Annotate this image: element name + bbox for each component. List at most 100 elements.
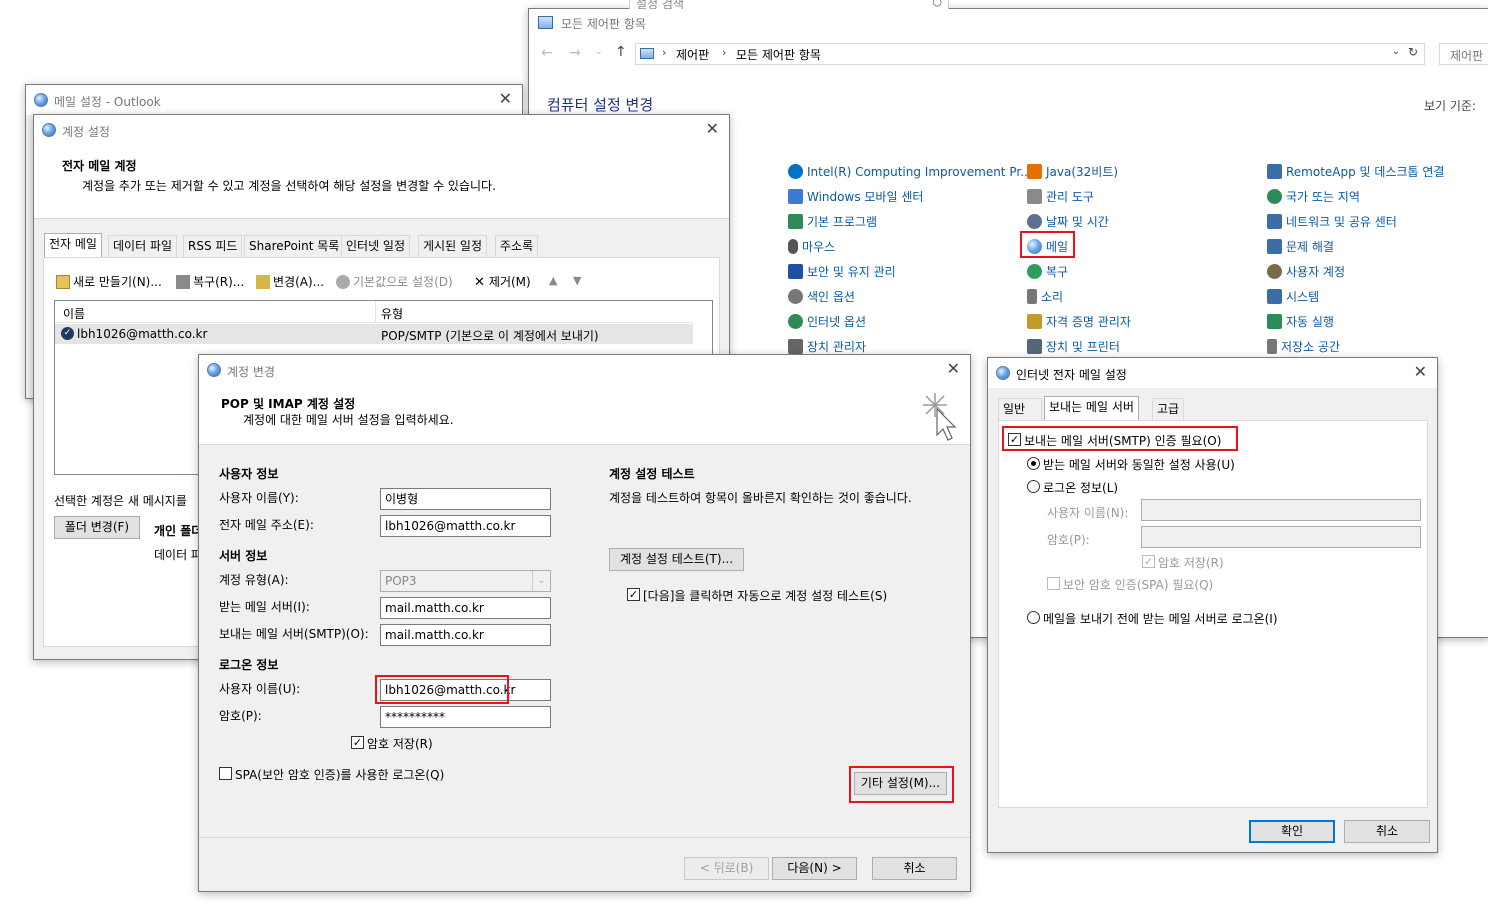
incoming-server-input[interactable]: mail.matth.co.kr (380, 597, 551, 619)
save-password-checkbox[interactable]: ✓ (351, 736, 364, 749)
cp-item-intel[interactable]: Intel(R) Computing Improvement Pr... (788, 163, 1032, 181)
clock-icon (1027, 214, 1042, 229)
cp-search-box[interactable]: 제어판 (1439, 43, 1488, 65)
auto-test-checkbox[interactable]: ✓ (627, 588, 640, 601)
outgoing-server-input[interactable]: mail.matth.co.kr (380, 624, 551, 646)
tab-outgoing-server[interactable]: 보내는 메일 서버 (1044, 396, 1139, 420)
breadcrumb-item-control-panel[interactable]: 제어판 (676, 46, 709, 63)
set-default-button[interactable]: 기본값으로 설정(D) (336, 274, 453, 290)
repair-button[interactable]: 복구(R)... (176, 274, 244, 290)
cp-item-java[interactable]: Java(32비트) (1027, 163, 1118, 181)
logon-before-radio[interactable] (1027, 611, 1040, 624)
network-icon (1267, 214, 1282, 229)
close-icon[interactable]: ✕ (1414, 362, 1427, 382)
up-arrow-icon[interactable]: ↑ (615, 44, 627, 60)
internet-email-title: 인터넷 전자 메일 설정 (1016, 368, 1127, 382)
same-settings-label: 받는 메일 서버와 동일한 설정 사용(U) (1043, 458, 1235, 472)
cp-item-remoteapp[interactable]: RemoteApp 및 데스크톱 연결 (1267, 163, 1444, 181)
internet-options-icon (788, 314, 803, 329)
tab-email[interactable]: 전자 메일 (44, 233, 102, 257)
internet-email-window: 인터넷 전자 메일 설정 ✕ 일반 보내는 메일 서버 고급 ✓ 보내는 메일 … (987, 357, 1438, 853)
close-icon[interactable]: ✕ (947, 359, 960, 379)
address-field[interactable]: › 제어판 › 모든 제어판 항목 ⌄ ↻ (635, 43, 1425, 65)
account-settings-titlebar: 계정 설정 ✕ (34, 115, 729, 145)
next-button[interactable]: 다음(N) > (772, 857, 857, 880)
new-account-button[interactable]: 새로 만들기(N)... (56, 274, 162, 290)
tab-sharepoint[interactable]: SharePoint 목록 (244, 235, 345, 257)
users-icon (1267, 264, 1282, 279)
tab-address-books[interactable]: 주소록 (495, 235, 539, 257)
cp-item-credential[interactable]: 자격 증명 관리자 (1027, 313, 1131, 331)
cp-item-user-accounts[interactable]: 사용자 계정 (1267, 263, 1345, 281)
account-type-label: 계정 유형(A): (219, 573, 289, 587)
account-settings-title: 계정 설정 (62, 125, 110, 139)
cp-item-mobility[interactable]: Windows 모바일 센터 (788, 188, 923, 206)
account-name: lbh1026@matth.co.kr (77, 327, 208, 341)
cp-item-date-time[interactable]: 날짜 및 시간 (1027, 213, 1109, 231)
change-button[interactable]: 변경(A)... (256, 274, 324, 290)
cp-item-sound[interactable]: 소리 (1027, 288, 1063, 306)
pop-imap-desc: 계정에 대한 메일 서버 설정을 입력하세요. (243, 413, 454, 427)
logon-with-radio[interactable] (1027, 480, 1040, 493)
remove-x-icon: ✕ (474, 275, 485, 290)
email-address-input[interactable]: lbh1026@matth.co.kr (380, 515, 551, 537)
password-input[interactable]: ********** (380, 706, 551, 728)
same-settings-radio[interactable] (1027, 457, 1040, 470)
account-type-select: POP3 ⌄ (380, 570, 551, 592)
column-type[interactable]: 유형 (381, 305, 403, 322)
tab-general[interactable]: 일반 (998, 398, 1042, 420)
tab-data-files[interactable]: 데이터 파일 (108, 235, 178, 257)
change-folder-button[interactable]: 폴더 변경(F) (54, 516, 140, 539)
cancel-button[interactable]: 취소 (872, 857, 957, 880)
ok-button[interactable]: 확인 (1249, 820, 1335, 843)
close-icon[interactable]: ✕ (499, 89, 512, 109)
mail-setup-titlebar: 메일 설정 - Outlook ✕ (26, 85, 522, 115)
mobility-center-icon (788, 189, 803, 204)
column-name[interactable]: 이름 (63, 305, 85, 322)
back-arrow-icon[interactable]: ← (541, 45, 553, 61)
java-icon (1027, 164, 1042, 179)
cp-item-recovery[interactable]: 복구 (1027, 263, 1068, 281)
remove-button[interactable]: ✕ 제거(M) (474, 274, 531, 291)
table-row[interactable]: ✓ lbh1026@matth.co.kr POP/SMTP (기본으로 이 계… (55, 324, 693, 344)
recent-chevron-icon[interactable]: ⌄ (595, 47, 603, 57)
tab-internet-calendars[interactable]: 인터넷 일정 (341, 235, 411, 257)
cp-item-autoplay[interactable]: 자동 실행 (1267, 313, 1334, 331)
back-button[interactable]: < 뒤로(B) (684, 857, 769, 880)
close-icon[interactable]: ✕ (706, 119, 719, 139)
move-down-icon[interactable]: ▼ (573, 274, 581, 287)
cp-item-devices-printers[interactable]: 장치 및 프린터 (1027, 338, 1120, 356)
cp-item-security[interactable]: 보안 및 유지 관리 (788, 263, 896, 281)
tab-rss[interactable]: RSS 피드 (183, 235, 243, 257)
tab-published-calendars[interactable]: 게시된 일정 (418, 235, 488, 257)
cp-address-bar: ← → ⌄ ↑ › 제어판 › 모든 제어판 항목 ⌄ ↻ 제어판 (529, 41, 1488, 69)
cp-item-storage[interactable]: 저장소 공간 (1267, 338, 1340, 356)
cp-item-network[interactable]: 네트워크 및 공유 센터 (1267, 213, 1397, 231)
cp-item-internet-options[interactable]: 인터넷 옵션 (788, 313, 866, 331)
cp-item-admin-tools[interactable]: 관리 도구 (1027, 188, 1094, 206)
cancel-button[interactable]: 취소 (1344, 820, 1430, 843)
device-manager-icon (788, 339, 803, 354)
move-up-icon[interactable]: ▲ (549, 274, 557, 287)
tab-advanced[interactable]: 고급 (1152, 398, 1185, 420)
footer-divider (199, 837, 970, 838)
test-account-button[interactable]: 계정 설정 테스트(T)... (609, 548, 744, 571)
personal-folder-label: 개인 폴더 (154, 524, 203, 538)
remoteapp-icon (1267, 164, 1282, 179)
address-dropdown-icon[interactable]: ⌄ (1392, 46, 1400, 57)
cp-item-indexing[interactable]: 색인 옵션 (788, 288, 855, 306)
mail-icon (42, 123, 56, 137)
cp-item-system[interactable]: 시스템 (1267, 288, 1319, 306)
refresh-icon[interactable]: ↻ (1408, 45, 1418, 59)
server-info-heading: 서버 정보 (219, 549, 268, 563)
spa-checkbox[interactable] (219, 767, 232, 780)
forward-arrow-icon[interactable]: → (569, 45, 581, 61)
troubleshoot-icon (1267, 239, 1282, 254)
breadcrumb-item-all-items[interactable]: 모든 제어판 항목 (736, 46, 821, 63)
cp-item-troubleshoot[interactable]: 문제 해결 (1267, 238, 1334, 256)
printer-icon (1027, 339, 1042, 354)
cp-item-mouse[interactable]: 마우스 (788, 238, 835, 256)
cp-item-default-programs[interactable]: 기본 프로그램 (788, 213, 877, 231)
cp-item-region[interactable]: 국가 또는 지역 (1267, 188, 1360, 206)
user-name-input[interactable]: 이병형 (380, 488, 551, 510)
